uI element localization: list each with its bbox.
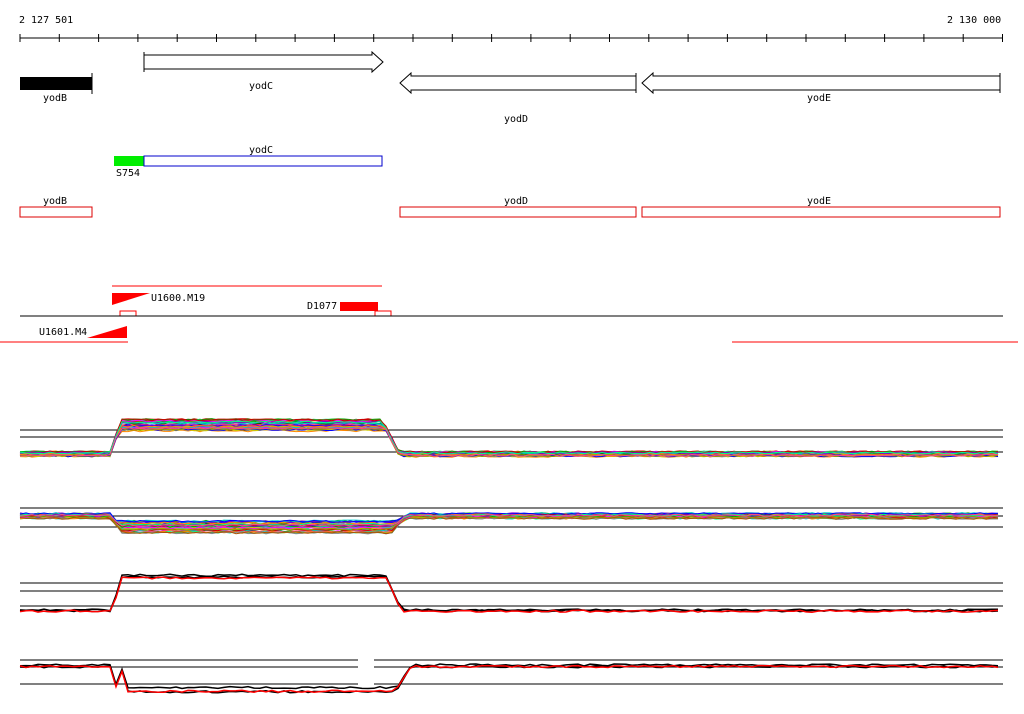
gene-yodC-label: yodC <box>249 81 273 92</box>
gene-track: yodB yodC yodD yodE <box>20 50 1001 125</box>
expression-profile <box>19 418 999 454</box>
expression-profile-summary <box>19 663 999 690</box>
cds-yodE-label: yodE <box>807 196 831 207</box>
expression-panel-1 <box>19 418 1003 458</box>
promoter-block[interactable] <box>114 156 144 166</box>
expression-profile-summary <box>19 573 998 612</box>
transcript-label: yodC <box>249 145 273 156</box>
expression-profile-summary <box>19 576 999 613</box>
ruler-end-label: 2 130 000 <box>947 15 1001 26</box>
expression-profile-summary <box>19 664 999 694</box>
ruler-start-label: 2 127 501 <box>19 15 73 26</box>
probe-reverse-wedge[interactable] <box>87 326 127 338</box>
gene-yodC-arrow[interactable] <box>143 50 384 74</box>
cds-yodB-label: yodB <box>43 196 67 207</box>
deletion-block[interactable] <box>340 302 378 311</box>
cds-yodB-box[interactable] <box>19 206 93 218</box>
expression-panel-4 <box>19 659 1003 694</box>
probe-forward-label: U1600.M19 <box>151 293 205 304</box>
probe-reverse-label: U1601.M4 <box>39 327 87 338</box>
cds-yodD-label: yodD <box>504 196 528 207</box>
gene-yodD-label: yodD <box>504 114 528 125</box>
gene-yodB-label: yodB <box>43 93 67 104</box>
coordinate-ruler: 2 127 501 2 130 000 <box>19 15 1003 42</box>
gene-yodB-block[interactable] <box>20 77 92 90</box>
probe-marker-right <box>374 310 392 317</box>
probe-forward-wedge[interactable] <box>112 293 150 305</box>
cds-yodD-box[interactable] <box>399 206 637 218</box>
expression-panel-2 <box>19 507 1003 535</box>
expression-panel-3 <box>19 573 1003 613</box>
deletion-label: D1077 <box>307 301 337 312</box>
transcript-block[interactable] <box>143 155 383 167</box>
cds-yodE-box[interactable] <box>641 206 1001 218</box>
transcript-track: yodC S754 <box>114 145 383 179</box>
genome-browser-view: 2 127 501 2 130 000 yodB yodC yodD yodE … <box>0 15 1018 694</box>
gene-yodD-arrow[interactable] <box>399 71 637 95</box>
gene-yodE-arrow[interactable] <box>641 71 1001 95</box>
expression-profile <box>19 418 999 454</box>
cds-track: yodB yodD yodE <box>19 196 1001 218</box>
probe-track: U1600.M19 D1077 U1601.M4 <box>0 285 1018 343</box>
promoter-label: S754 <box>116 168 140 179</box>
probe-marker-left <box>119 310 137 317</box>
gene-yodE-label: yodE <box>807 93 831 104</box>
